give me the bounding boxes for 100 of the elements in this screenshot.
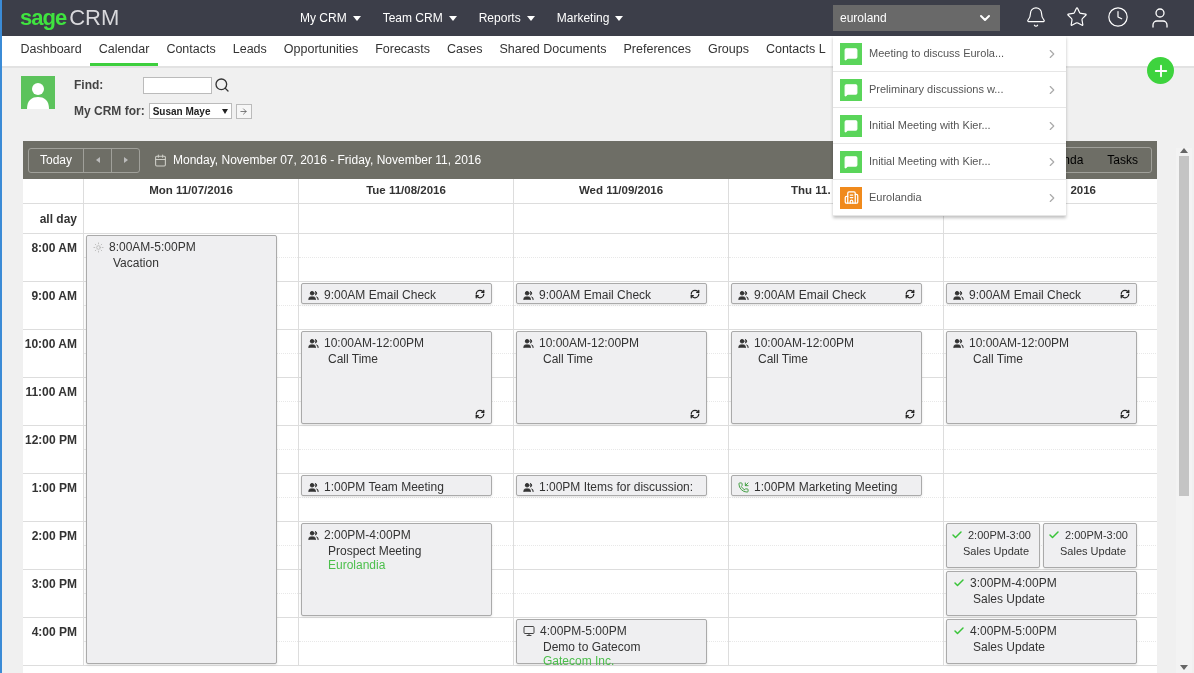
calendar-event[interactable]: 9:00AM Email Check xyxy=(946,283,1137,304)
calendar-event[interactable]: 1:00PM Items for discussion: xyxy=(516,475,707,496)
calendar-event[interactable]: 1:00PM Marketing Meeting xyxy=(731,475,922,496)
event-title: 1:00PM Items for discussion: xyxy=(539,480,694,494)
calendar-event[interactable]: 1:00PM Team Meeting xyxy=(301,475,492,496)
search-result-item[interactable]: Initial Meeting with Kier... xyxy=(833,144,1066,180)
caret-icon xyxy=(448,15,457,21)
people-icon xyxy=(953,337,964,349)
nav-tab[interactable]: Contacts xyxy=(157,36,225,66)
scroll-up-icon[interactable] xyxy=(1180,148,1188,153)
search-icon[interactable] xyxy=(214,77,230,93)
calendar-event[interactable]: 9:00AM Email Check xyxy=(301,283,492,304)
calendar-event[interactable]: 10:00AM-12:00PM Call Time xyxy=(301,331,492,424)
caret-icon xyxy=(221,108,228,114)
top-menu[interactable]: Reports xyxy=(478,9,535,27)
previous-icon xyxy=(95,157,100,163)
check-icon xyxy=(953,625,965,637)
view-button[interactable]: Tasks xyxy=(1094,148,1151,172)
event-time: 4:00PM-5:00PM xyxy=(970,624,1057,638)
nav-tab[interactable]: Leads xyxy=(224,36,276,66)
all-day-slot[interactable] xyxy=(299,204,514,234)
hour-label: 8:00 AM xyxy=(23,234,84,282)
notifications-icon[interactable] xyxy=(1025,6,1047,28)
event-time: 4:00PM-5:00PM xyxy=(540,624,627,638)
event-title: Vacation xyxy=(113,256,159,270)
corner-cell xyxy=(23,179,84,204)
find-field[interactable] xyxy=(143,76,212,94)
hour-label: 12:00 PM xyxy=(23,426,84,474)
calendar-event[interactable]: 9:00AM Email Check xyxy=(516,283,707,304)
hour-label: 10:00 AM xyxy=(23,330,84,378)
event-title: Sales Update xyxy=(1060,545,1127,557)
event-title: 9:00AM Email Check xyxy=(324,288,437,302)
chat-icon xyxy=(840,78,862,101)
event-time: 10:00AM-12:00PM xyxy=(969,336,1070,350)
add-button[interactable] xyxy=(1147,57,1174,84)
star-icon[interactable] xyxy=(1066,6,1088,28)
avatar-icon xyxy=(21,76,55,109)
nav-tab[interactable]: Shared Documents xyxy=(491,36,615,66)
hour-label: 11:00 AM xyxy=(23,378,84,426)
phone-icon xyxy=(738,481,749,493)
search-field[interactable]: euroland xyxy=(833,5,1000,31)
scroll-down-icon[interactable] xyxy=(1180,665,1188,670)
all-day-slot[interactable] xyxy=(514,204,729,234)
search-result-item[interactable]: Preliminary discussions w... xyxy=(833,72,1066,108)
event-time: 2:00PM-3:00 xyxy=(968,528,1031,542)
calendar-event[interactable]: 10:00AM-12:00PM Call Time xyxy=(946,331,1137,424)
calendar-event[interactable]: 3:00PM-4:00PM Sales Update xyxy=(946,571,1137,616)
go-button[interactable] xyxy=(235,103,252,119)
hour-label: 9:00 AM xyxy=(23,282,84,330)
caret-icon xyxy=(352,15,361,21)
people-icon xyxy=(523,289,534,301)
scrollbar[interactable] xyxy=(1176,148,1192,673)
logo-product: CRM xyxy=(69,7,120,29)
search-result-item[interactable]: Initial Meeting with Kier... xyxy=(833,108,1066,144)
event-title: Demo to Gatecom xyxy=(543,640,641,654)
nav-tab[interactable]: Cases xyxy=(438,36,491,66)
check-icon xyxy=(1048,529,1060,541)
result-label: Initial Meeting with Kier... xyxy=(869,118,992,134)
next-icon xyxy=(123,157,128,163)
search-result-item[interactable]: Meeting to discuss Eurola... xyxy=(833,36,1066,72)
calendar-event[interactable]: 8:00AM-5:00PM Vacation xyxy=(86,235,277,664)
event-title: 1:00PM Marketing Meeting xyxy=(754,480,898,494)
calendar-event[interactable]: 10:00AM-12:00PM Call Time xyxy=(731,331,922,424)
search-result-item[interactable]: Eurolandia xyxy=(833,180,1066,216)
result-label: Preliminary discussions w... xyxy=(869,82,1005,98)
top-menu[interactable]: My CRM xyxy=(300,9,361,27)
my-crm-label: My CRM for: xyxy=(74,103,145,120)
nav-tab[interactable]: Forecasts xyxy=(366,36,439,66)
nav-tab[interactable]: Preferences xyxy=(615,36,700,66)
user-select[interactable]: Susan Maye xyxy=(148,103,232,119)
nav-tab[interactable]: Opportunities xyxy=(275,36,367,66)
result-label: Meeting to discuss Eurola... xyxy=(869,46,1006,62)
event-title: Prospect Meeting xyxy=(328,544,422,558)
people-icon xyxy=(523,337,534,349)
date-range: Monday, November 07, 2016 - Friday, November 11, 2016 xyxy=(173,152,482,169)
event-title: 1:00PM Team Meeting xyxy=(324,480,444,494)
all-day-label: all day xyxy=(23,204,84,234)
company-icon xyxy=(840,186,862,209)
sun-icon xyxy=(93,241,104,253)
calendar-event[interactable]: 10:00AM-12:00PM Call Time xyxy=(516,331,707,424)
calendar-event[interactable]: 4:00PM-5:00PM Sales Update xyxy=(946,619,1137,664)
clock-icon[interactable] xyxy=(1107,6,1129,28)
event-title: Sales Update xyxy=(973,640,1046,654)
calendar-event[interactable]: 2:00PM-3:00 Sales Update xyxy=(1043,523,1137,568)
all-day-slot[interactable] xyxy=(84,204,299,234)
event-time: 3:00PM-4:00PM xyxy=(970,576,1057,590)
nav-tab[interactable]: Calendar xyxy=(90,36,158,66)
people-icon xyxy=(308,289,319,301)
calendar-event[interactable]: 2:00PM-3:00 Sales Update xyxy=(946,523,1040,568)
calendar-event[interactable]: 9:00AM Email Check xyxy=(731,283,922,304)
calendar-event[interactable]: 2:00PM-4:00PM Prospect Meeting Eurolandia xyxy=(301,523,492,616)
people-icon xyxy=(523,481,534,493)
event-title: 9:00AM Email Check xyxy=(539,288,652,302)
nav-tab[interactable]: Contacts L xyxy=(757,36,835,66)
event-title: Sales Update xyxy=(973,592,1046,606)
calendar-event[interactable]: 4:00PM-5:00PM Demo to Gatecom Gatecom Inc. xyxy=(516,619,707,664)
nav-tab[interactable]: Dashboard xyxy=(12,36,91,66)
top-menu[interactable]: Marketing xyxy=(556,9,624,27)
nav-tab[interactable]: Groups xyxy=(699,36,758,66)
top-menu[interactable]: Team CRM xyxy=(382,9,457,27)
